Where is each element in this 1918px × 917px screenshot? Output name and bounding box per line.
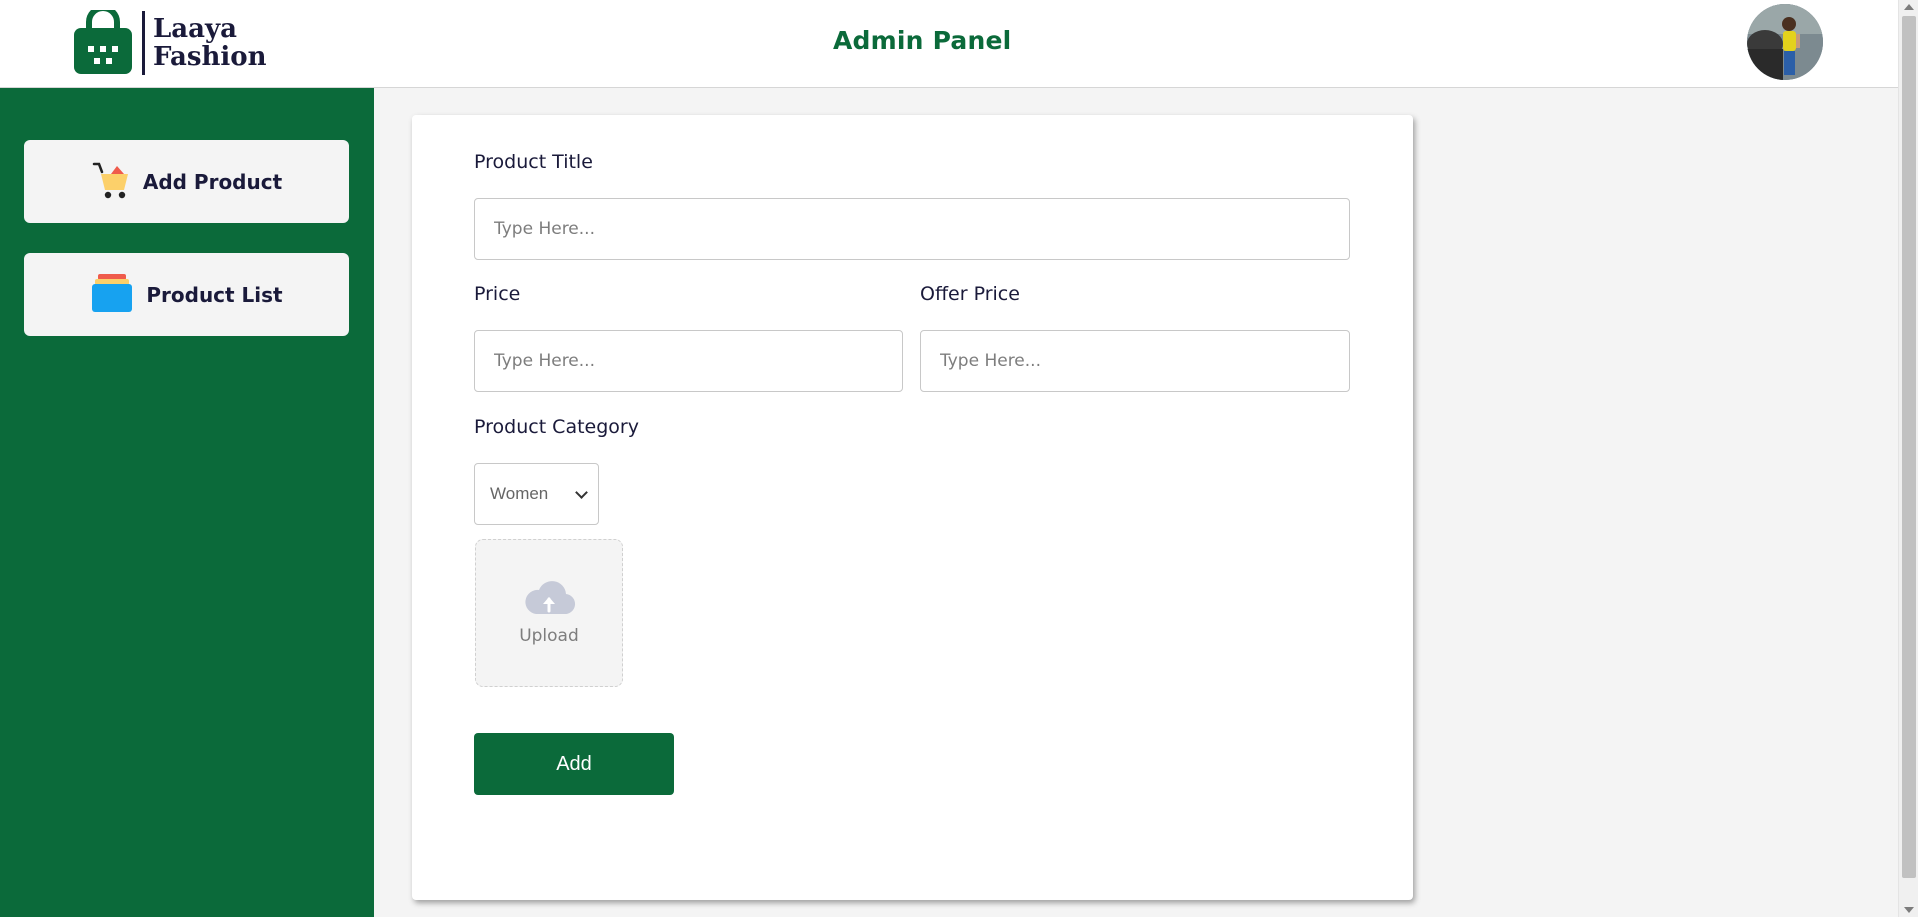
page-title: Admin Panel	[833, 26, 1012, 55]
price-label: Price	[474, 283, 521, 305]
product-category-label: Product Category	[474, 416, 639, 438]
add-product-form: Product Title Price Offer Price Product …	[412, 115, 1413, 900]
logo-line-1: Laaya	[153, 14, 237, 44]
avatar[interactable]	[1747, 4, 1823, 80]
top-header: Laaya Fashion Admin Panel	[0, 0, 1898, 88]
price-input[interactable]	[474, 330, 903, 392]
vertical-scrollbar[interactable]	[1898, 0, 1918, 917]
sidebar-item-product-list[interactable]: Product List	[24, 253, 349, 336]
category-select[interactable]: Women	[474, 463, 599, 525]
product-title-input[interactable]	[474, 198, 1350, 260]
sidebar: Add Product Product List	[0, 88, 374, 917]
category-select-value: Women	[490, 484, 549, 503]
list-stack-icon	[90, 273, 134, 317]
sidebar-item-label: Add Product	[142, 169, 283, 194]
image-upload-area[interactable]: Upload	[475, 539, 623, 687]
brand-logo[interactable]: Laaya Fashion	[72, 5, 267, 76]
logo-divider	[142, 11, 145, 75]
shopping-bag-icon	[72, 5, 134, 76]
offer-price-input[interactable]	[920, 330, 1350, 392]
scroll-up-arrow-icon[interactable]	[1904, 4, 1914, 10]
upload-label: Upload	[519, 626, 579, 646]
scroll-down-arrow-icon[interactable]	[1904, 907, 1914, 913]
cart-icon	[91, 160, 131, 204]
scrollbar-thumb[interactable]	[1902, 16, 1916, 878]
add-button[interactable]: Add	[474, 733, 674, 795]
cloud-upload-icon	[522, 580, 576, 620]
sidebar-item-add-product[interactable]: Add Product	[24, 140, 349, 223]
logo-text: Laaya Fashion	[153, 15, 267, 71]
logo-line-2: Fashion	[153, 42, 267, 72]
offer-price-label: Offer Price	[920, 283, 1020, 305]
product-title-label: Product Title	[474, 151, 593, 173]
chevron-down-icon	[575, 486, 588, 499]
sidebar-item-label: Product List	[146, 282, 283, 307]
